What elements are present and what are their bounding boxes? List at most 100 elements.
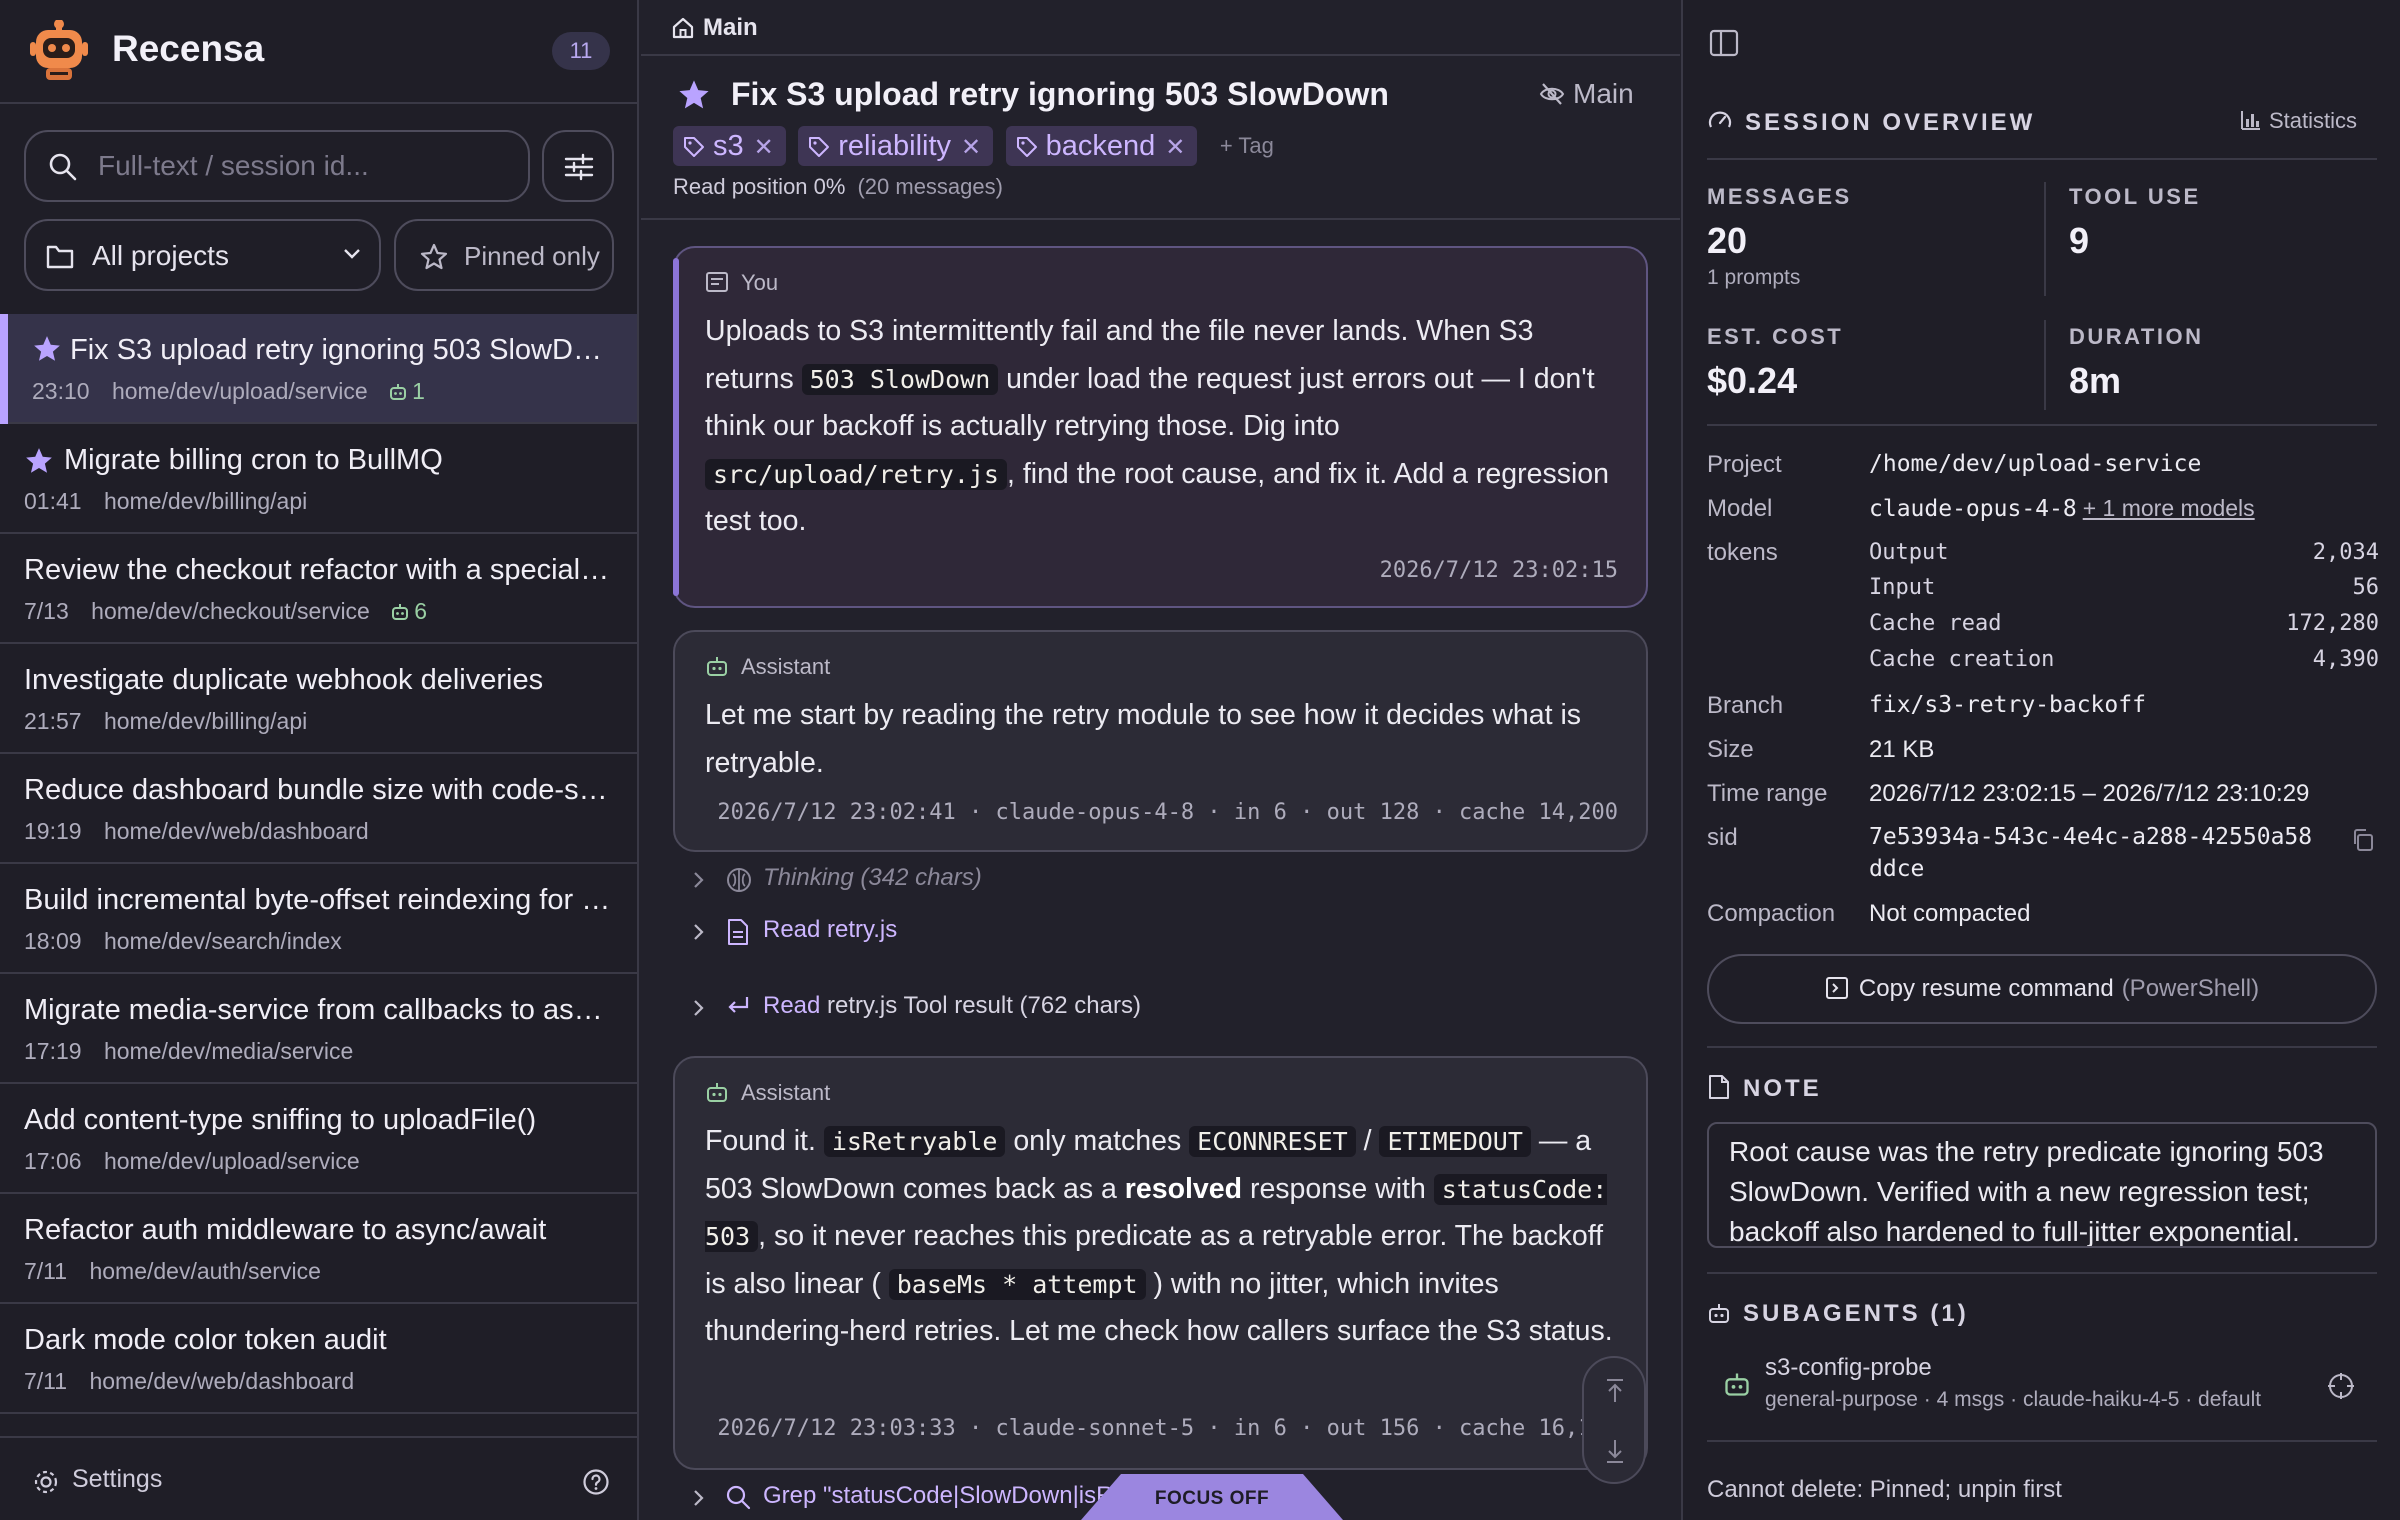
tag-chip[interactable]: reliability ✕	[798, 126, 994, 168]
message-timestamp: 2026/7/12 23:02:15	[1379, 558, 1618, 583]
session-path: home/dev/upload/service	[111, 378, 368, 404]
more-models-link[interactable]: + 1 more models	[2083, 495, 2255, 521]
filter-settings-button[interactable]	[542, 130, 614, 202]
star-filled-icon	[32, 334, 62, 364]
session-title: Migrate billing cron to BullMQ	[64, 444, 443, 476]
session-item[interactable]: Build incremental byte-offset reindexing…	[0, 864, 637, 974]
search-placeholder: Full-text / session id...	[98, 150, 369, 181]
session-item[interactable]: Add content-type sniffing to uploadFile(…	[0, 1084, 637, 1194]
help-icon[interactable]	[582, 1468, 610, 1496]
section-title-note: NOTE	[1707, 1074, 1822, 1103]
tag-icon	[684, 137, 704, 157]
session-item[interactable]: Investigate duplicate webhook deliveries…	[0, 644, 637, 754]
divider	[1707, 1440, 2377, 1442]
session-meta: 21:57 home/dev/billing/api	[24, 708, 307, 735]
tag-list: s3 ✕ reliability ✕ backend ✕ + Tag	[673, 126, 1274, 166]
statistics-link[interactable]: Statistics	[2239, 108, 2357, 134]
file-icon	[725, 918, 751, 946]
remove-tag-icon[interactable]: ✕	[754, 128, 774, 168]
return-arrow-icon	[725, 994, 751, 1020]
divider	[2044, 182, 2046, 296]
eye-off-icon	[1539, 83, 1565, 105]
crosshair-icon[interactable]	[2327, 1372, 2355, 1400]
pinned-only-label: Pinned only	[464, 241, 600, 271]
session-item[interactable]: Review the checkout refactor with a spec…	[0, 534, 637, 644]
branch-indicator[interactable]: Main	[1539, 78, 1634, 110]
gear-icon[interactable]	[32, 1468, 60, 1496]
file-icon	[1709, 1075, 1729, 1099]
session-path: home/dev/web/dashboard	[89, 1368, 355, 1394]
session-meta: 19:19 home/dev/web/dashboard	[24, 818, 369, 845]
star-outline-icon	[420, 243, 448, 271]
session-title: Migrate media-service from callbacks to …	[24, 994, 614, 1026]
tag-chip[interactable]: s3 ✕	[673, 126, 786, 166]
assistant-message: Assistant Let me start by reading the re…	[673, 630, 1648, 852]
subagent-count: 6	[390, 598, 427, 625]
session-search-input[interactable]: Full-text / session id...	[24, 130, 530, 202]
session-meta: 17:06 home/dev/upload/service	[24, 1148, 360, 1175]
session-title: Fix S3 upload retry ignoring 503 SlowDow…	[731, 76, 1389, 112]
session-item[interactable]: Migrate billing cron to BullMQ 01:41 hom…	[0, 424, 637, 534]
session-title: Investigate duplicate webhook deliveries	[24, 664, 544, 696]
robot-logo-icon	[30, 20, 88, 82]
session-path: home/dev/checkout/service	[91, 598, 370, 624]
note-textarea[interactable]: Root cause was the retry predicate ignor…	[1707, 1122, 2377, 1248]
settings-link[interactable]: Settings	[72, 1465, 162, 1494]
session-item[interactable]: Dark mode color token audit 7/11 home/de…	[0, 1304, 637, 1414]
star-filled-icon[interactable]	[677, 78, 711, 112]
robot-icon	[1709, 1304, 1729, 1323]
chevron-right-icon	[691, 870, 707, 890]
divider	[1707, 1046, 2377, 1048]
session-meta: 01:41 home/dev/billing/api	[24, 488, 307, 515]
subagent-meta: general-purpose · 4 msgs · claude-haiku-…	[1765, 1388, 2262, 1411]
session-sidebar: Recensa 11 Full-text / session id... All…	[0, 0, 639, 1520]
app-title: Recensa	[112, 28, 265, 69]
session-item[interactable]: Fix S3 upload retry ignoring 503 SlowDow…	[0, 314, 637, 424]
copy-icon[interactable]	[2351, 828, 2375, 852]
project-filter-select[interactable]: All projects	[24, 219, 381, 291]
session-path: home/dev/search/index	[103, 928, 342, 954]
tag-chip[interactable]: backend ✕	[1005, 126, 1198, 168]
breadcrumb-main[interactable]: Main	[703, 14, 758, 42]
session-item[interactable]: Refactor auth middleware to async/await …	[0, 1194, 637, 1304]
conversation-pane: Main Fix S3 upload retry ignoring 503 Sl…	[641, 0, 1680, 1520]
stat-tool-use: TOOL USE 9	[2069, 184, 2201, 261]
divider	[1707, 424, 2377, 426]
chevron-right-icon	[691, 998, 707, 1018]
delete-status: Cannot delete: Pinned; unpin first	[1707, 1476, 2062, 1503]
session-item[interactable]: Migrate media-service from callbacks to …	[0, 974, 637, 1084]
add-tag-button[interactable]: + Tag	[1220, 126, 1274, 166]
panel-toggle-icon[interactable]	[1709, 28, 1739, 58]
message-role: Assistant	[705, 1080, 830, 1106]
focus-mode-toggle[interactable]: FOCUS OFF	[1081, 1474, 1343, 1520]
breadcrumb: Main	[641, 0, 1680, 56]
star-filled-icon	[24, 446, 54, 476]
folder-icon	[46, 243, 74, 269]
read-position: Read position 0% (20 messages)	[673, 174, 1003, 199]
session-time: 01:41	[24, 488, 82, 514]
scroll-to-top-icon[interactable]	[1604, 1378, 1626, 1404]
robot-icon	[1723, 1370, 1751, 1398]
scroll-to-bottom-icon[interactable]	[1604, 1438, 1626, 1464]
pinned-only-toggle[interactable]: Pinned only	[394, 219, 614, 291]
session-item[interactable]: Reduce dashboard bundle size with code-s…	[0, 754, 637, 864]
robot-icon	[390, 384, 407, 400]
divider	[1707, 1272, 2377, 1274]
remove-tag-icon[interactable]: ✕	[961, 128, 981, 168]
message-body: Let me start by reading the retry module…	[705, 699, 1582, 779]
user-message: You Uploads to S3 intermittently fail an…	[673, 246, 1648, 608]
remove-tag-icon[interactable]: ✕	[1165, 128, 1185, 168]
message-meta: 2026/7/12 23:03:33 · claude-sonnet-5 · i…	[717, 1416, 1618, 1441]
message-body: Found it. isRetryable only matches ECONN…	[705, 1125, 1613, 1347]
stat-cost: EST. COST $0.24	[1707, 324, 1844, 401]
chevron-down-icon	[342, 247, 362, 261]
tag-icon	[809, 137, 830, 157]
session-time: 19:19	[24, 818, 82, 844]
session-time: 7/11	[24, 1368, 68, 1394]
chevron-right-icon	[691, 1488, 707, 1508]
subagent-item[interactable]: s3-config-probe general-purpose · 4 msgs…	[1707, 1348, 2379, 1418]
message-role: You	[705, 270, 778, 296]
copy-resume-command-button[interactable]: Copy resume command (PowerShell)	[1707, 954, 2377, 1024]
session-meta: 23:10 home/dev/upload/service 1	[32, 378, 425, 405]
subagent-name: s3-config-probe	[1765, 1354, 1932, 1381]
